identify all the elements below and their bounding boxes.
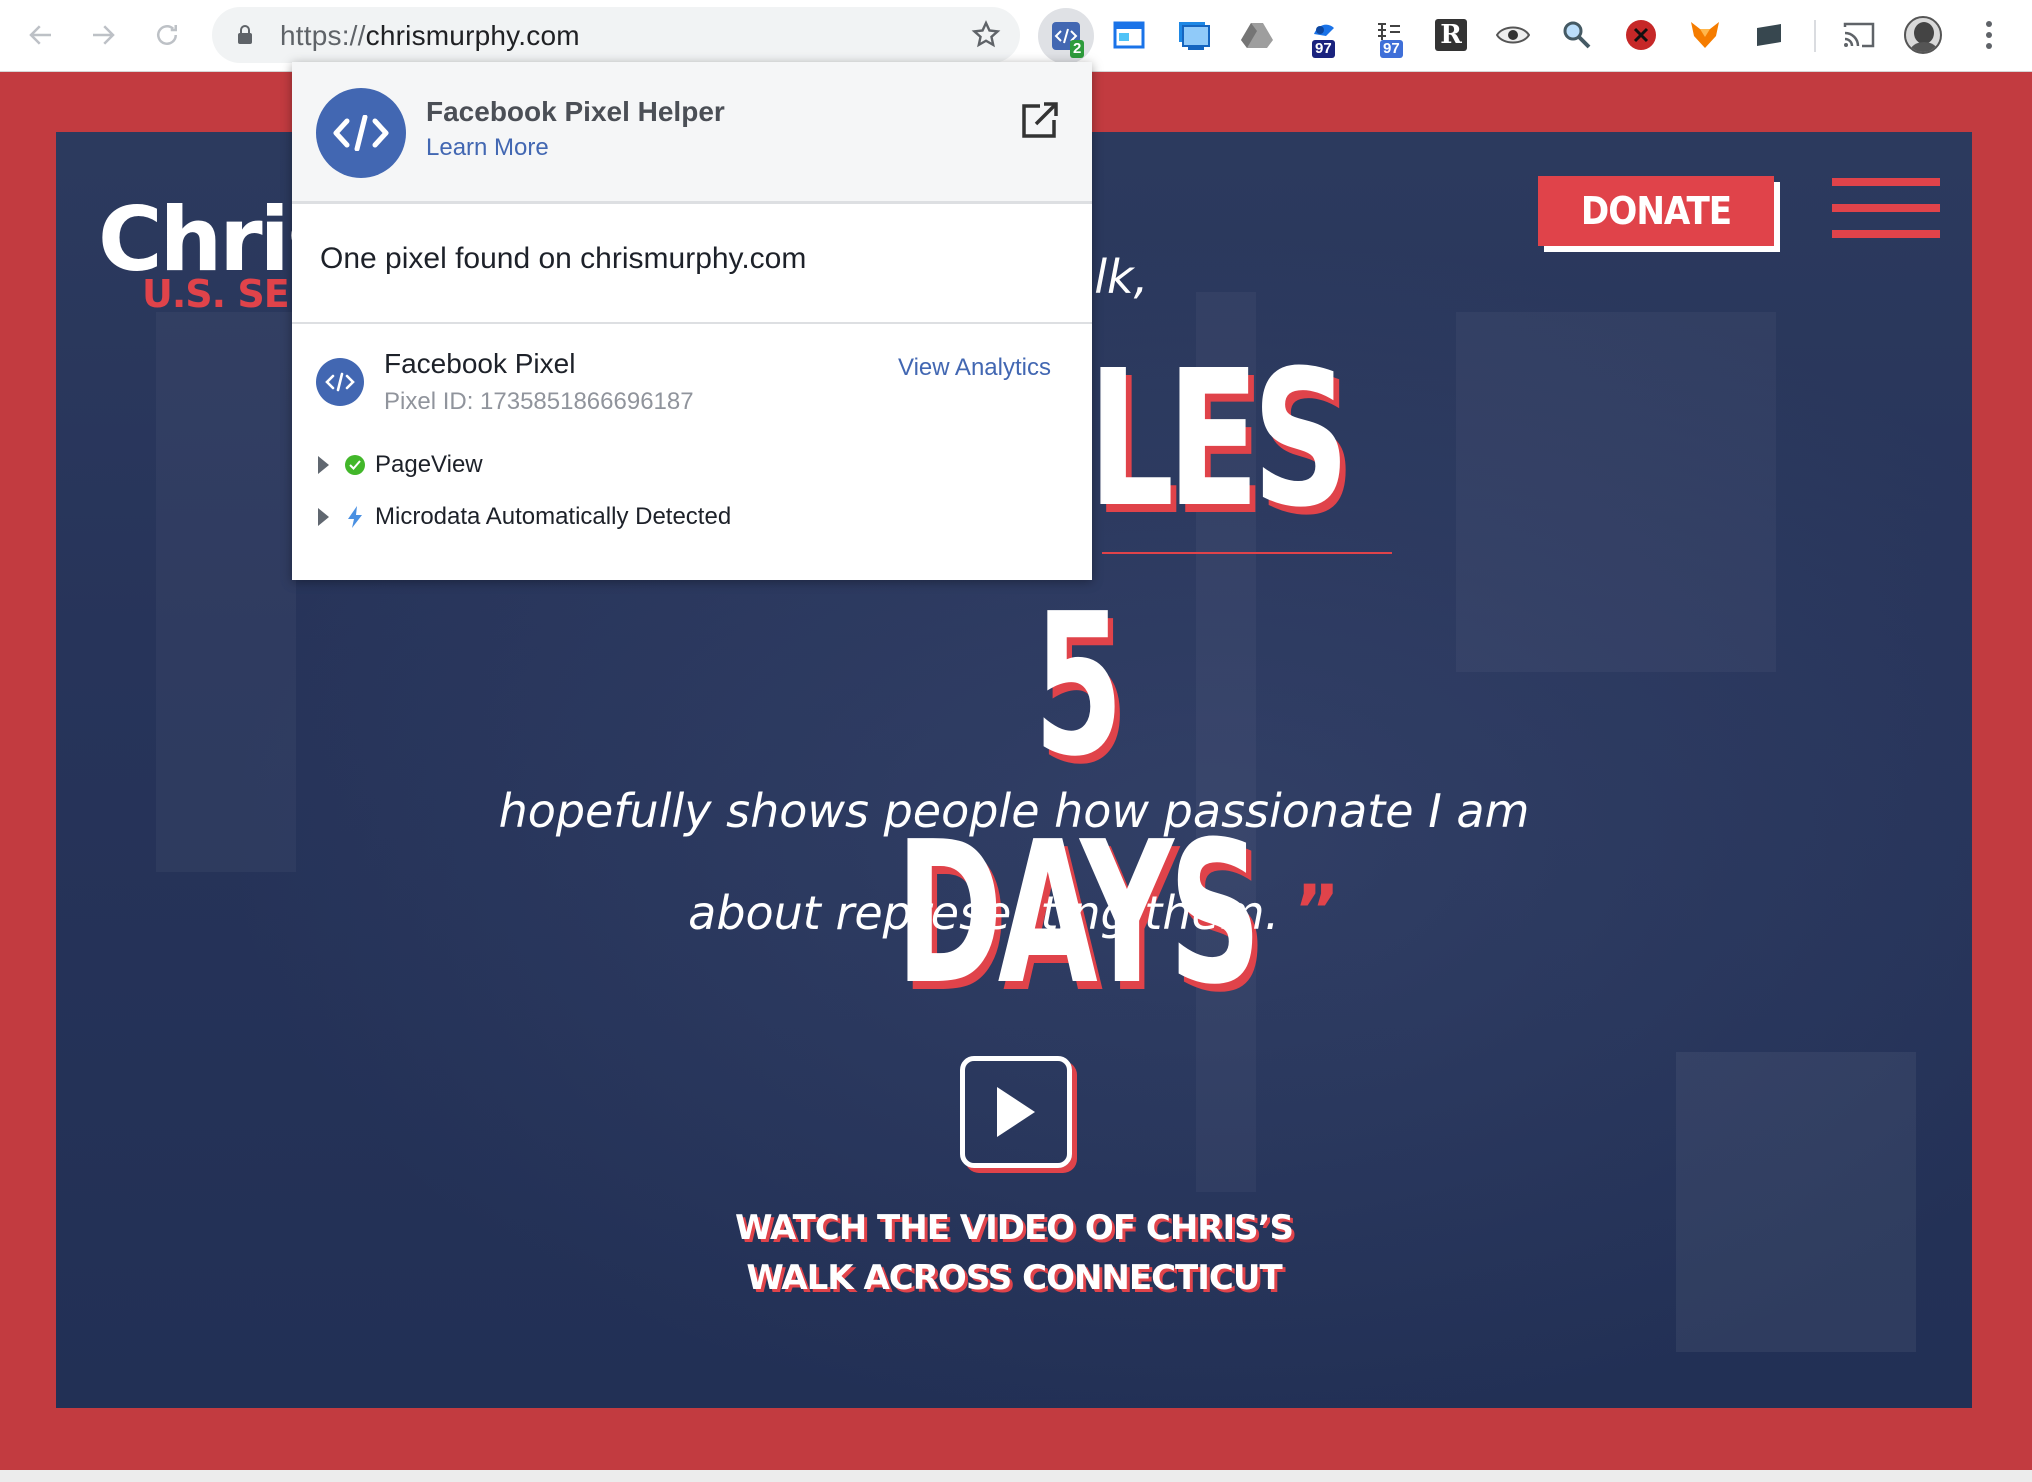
- event-row-microdata[interactable]: Microdata Automatically Detected: [318, 500, 731, 534]
- video-cta-line-1[interactable]: WATCH THE VIDEO OF CHRIS’S: [56, 1208, 1972, 1248]
- lock-icon: [238, 25, 252, 44]
- pixels-found-text: One pixel found on chrismurphy.com: [320, 242, 807, 275]
- window-right: [1456, 312, 1776, 672]
- blocker-extension-icon[interactable]: [1620, 14, 1662, 56]
- fox-extension-icon[interactable]: [1684, 14, 1726, 56]
- r-extension-icon[interactable]: R: [1430, 14, 1472, 56]
- search-bug-extension-icon[interactable]: [1556, 14, 1598, 56]
- success-check-icon: [345, 455, 365, 475]
- quote-line-2: about representing them. ”: [56, 870, 1972, 952]
- bookmark-star-icon[interactable]: [970, 19, 1002, 51]
- video-cta-line-2[interactable]: WALK ACROSS CONNECTICUT: [56, 1258, 1972, 1298]
- reload-icon: [157, 25, 177, 45]
- pixel-name: Facebook Pixel: [384, 348, 576, 379]
- tree-extension-icon[interactable]: 97: [1368, 14, 1410, 58]
- popup-divider: [292, 322, 1092, 324]
- headline-divider: [1102, 552, 1392, 554]
- extension-badge: 97: [1312, 40, 1335, 58]
- close-quote-mark: ”: [1293, 870, 1340, 952]
- quote-line-1: hopefully shows people how passionate I …: [498, 784, 1530, 838]
- view-analytics-link[interactable]: View Analytics: [898, 354, 1051, 382]
- headline-fragment: LES: [1088, 330, 1350, 549]
- drive-extension-icon[interactable]: [1236, 14, 1278, 56]
- address-bar[interactable]: https://chrismurphy.com: [212, 7, 1020, 63]
- pixel-helper-popup: Facebook Pixel Helper Learn More One pix…: [292, 62, 1092, 580]
- back-button[interactable]: [18, 12, 64, 58]
- expand-triangle-icon: [318, 456, 329, 474]
- url-scheme: https://: [280, 20, 366, 51]
- lightning-bolt-icon: [348, 506, 362, 528]
- forward-button[interactable]: [80, 12, 126, 58]
- reload-button[interactable]: [144, 12, 190, 58]
- back-arrow-icon: [29, 25, 51, 45]
- learn-more-link[interactable]: Learn More: [426, 134, 549, 162]
- expand-triangle-icon: [318, 508, 329, 526]
- event-label: Microdata Automatically Detected: [375, 503, 732, 530]
- event-label: PageView: [375, 451, 483, 478]
- popup-title: Facebook Pixel Helper: [426, 96, 725, 127]
- play-icon: [997, 1087, 1035, 1137]
- hamburger-menu-icon[interactable]: [1832, 178, 1940, 238]
- page-bottom-strip: [0, 1470, 2032, 1482]
- window-extension-icon[interactable]: [1108, 14, 1150, 56]
- forward-arrow-icon: [93, 25, 115, 45]
- r-extension-label: R: [1435, 19, 1467, 51]
- open-external-icon[interactable]: [1018, 100, 1060, 142]
- pixel-helper-logo-icon: [316, 88, 406, 178]
- facebook-pixel-helper-icon[interactable]: 2: [1038, 8, 1094, 64]
- drop-extension-icon[interactable]: 97: [1304, 14, 1346, 58]
- event-row-pageview[interactable]: PageView: [318, 448, 483, 482]
- extension-badge: 2: [1070, 40, 1085, 58]
- url-host: chrismurphy.com: [365, 20, 580, 51]
- screen-extension-icon[interactable]: [1748, 14, 1790, 56]
- cast-icon[interactable]: [1838, 14, 1880, 56]
- url-text: https://chrismurphy.com: [280, 20, 580, 52]
- popup-header: Facebook Pixel Helper Learn More: [292, 62, 1092, 204]
- play-video-button[interactable]: [960, 1056, 1072, 1168]
- extension-badge: 97: [1380, 40, 1403, 58]
- planter-right: [1676, 1052, 1916, 1352]
- browser-menu-button[interactable]: [1968, 14, 2010, 56]
- facebook-pixel-icon: [316, 358, 364, 406]
- screenshot-extension-icon[interactable]: [1172, 14, 1214, 56]
- toolbar-separator: [1814, 20, 1816, 52]
- donate-button[interactable]: DONATE: [1538, 176, 1774, 246]
- pixel-id: Pixel ID: 1735851866696187: [384, 388, 694, 415]
- profile-avatar[interactable]: [1902, 14, 1944, 56]
- quote-line-2-text: about representing them.: [688, 886, 1280, 940]
- eye-extension-icon[interactable]: [1492, 14, 1534, 56]
